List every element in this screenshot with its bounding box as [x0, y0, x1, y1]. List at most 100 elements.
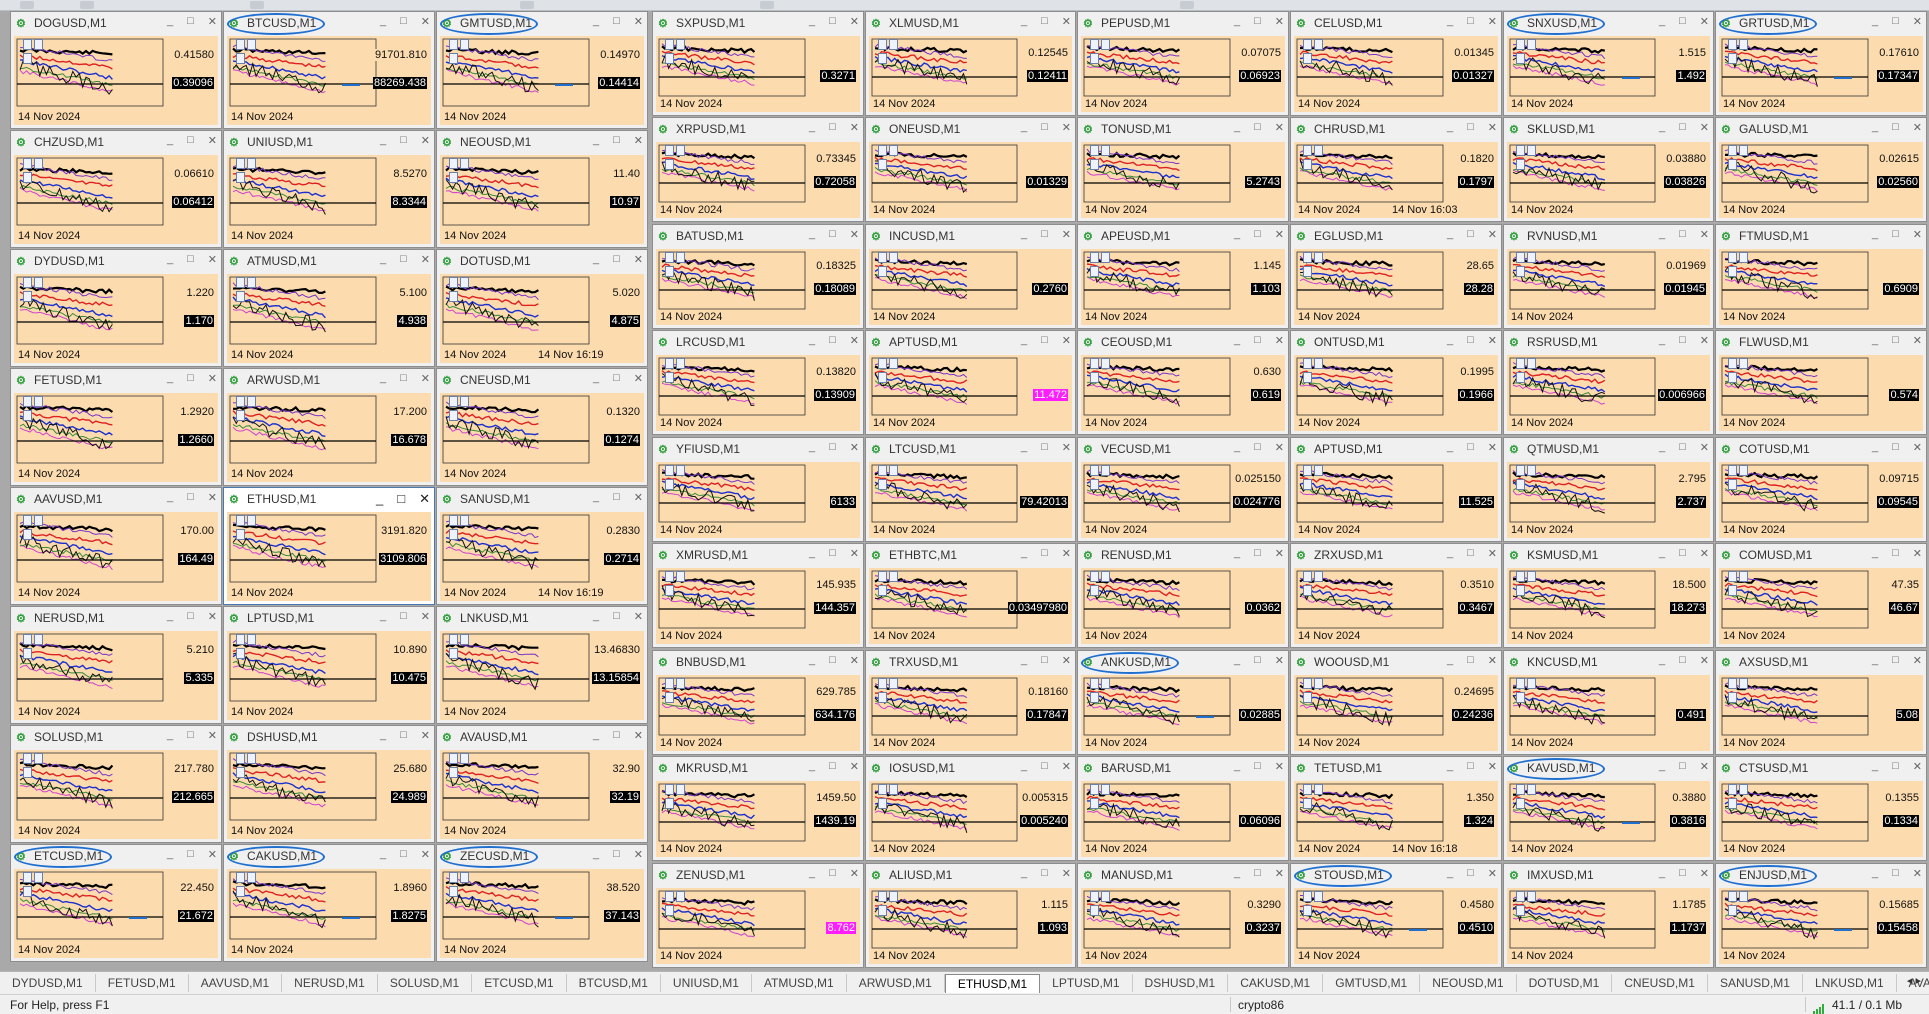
indicator-button[interactable] [1739, 784, 1748, 795]
indicator-buttons[interactable] [236, 753, 266, 778]
maximize-icon[interactable]: □ [1041, 760, 1048, 773]
indicator-button[interactable] [23, 158, 32, 169]
indicator-button[interactable] [34, 396, 43, 407]
close-icon[interactable]: ✕ [1913, 654, 1922, 667]
price-chart[interactable]: 13.46830 13.15854 14 Nov 2024 [440, 631, 644, 720]
price-chart[interactable]: 0.1320 0.1274 14 Nov 2024 [440, 393, 644, 482]
chart-tab[interactable]: UNIUSD,M1 [661, 974, 752, 992]
minimize-icon[interactable]: _ [1659, 654, 1665, 667]
price-chart[interactable]: 1.220 1.170 14 Nov 2024 [14, 274, 218, 363]
indicator-buttons[interactable] [1728, 571, 1758, 596]
indicator-button[interactable] [23, 396, 32, 407]
minimize-icon[interactable]: _ [380, 372, 386, 385]
indicator-buttons[interactable] [449, 277, 479, 302]
close-icon[interactable]: ✕ [1488, 334, 1497, 347]
price-chart[interactable]: 0.12545 0.12411 14 Nov 2024 [869, 36, 1072, 112]
indicator-button[interactable] [878, 798, 887, 809]
indicator-button[interactable] [236, 872, 245, 883]
indicator-button[interactable] [878, 358, 887, 369]
chart-window-titlebar[interactable]: ⚙ COMUSD,M1 _ □ ✕ [1716, 544, 1926, 566]
minimize-icon[interactable]: _ [1872, 441, 1878, 454]
minimize-icon[interactable]: _ [1021, 15, 1027, 28]
price-chart[interactable]: 0.2760 14 Nov 2024 [869, 249, 1072, 325]
indicator-button[interactable] [889, 784, 898, 795]
indicator-buttons[interactable] [1516, 358, 1546, 383]
close-icon[interactable]: ✕ [1488, 547, 1497, 560]
toolbar-button[interactable] [760, 1, 774, 9]
chart-window-titlebar[interactable]: ⚙ PEPUSD,M1 _ □ ✕ [1078, 12, 1288, 34]
indicator-button[interactable] [1739, 252, 1748, 263]
close-icon[interactable]: ✕ [1062, 547, 1071, 560]
price-chart[interactable]: 5.020 4.875 14 Nov 2024 14 Nov 16:19 [440, 274, 644, 363]
indicator-button[interactable] [1739, 465, 1748, 476]
minimize-icon[interactable]: _ [1234, 760, 1240, 773]
chart-window[interactable]: ⚙ FTMUSD,M1 _ □ ✕ 0.6909 14 Nov 2024 [1715, 224, 1927, 329]
close-icon[interactable]: ✕ [634, 253, 643, 266]
close-icon[interactable]: ✕ [1488, 760, 1497, 773]
chart-window-titlebar[interactable]: ⚙ BATUSD,M1 _ □ ✕ [653, 225, 863, 247]
close-icon[interactable]: ✕ [1488, 121, 1497, 134]
indicator-button[interactable] [1728, 798, 1737, 809]
price-chart[interactable]: 0.41580 0.39096 14 Nov 2024 [14, 36, 218, 125]
minimize-icon[interactable]: _ [1872, 334, 1878, 347]
chart-window-titlebar[interactable]: ⚙ DYDUSD,M1 _ □ ✕ [11, 250, 221, 272]
close-icon[interactable]: ✕ [1700, 228, 1709, 241]
close-icon[interactable]: ✕ [850, 867, 859, 880]
chart-window[interactable]: ⚙ SOLUSD,M1 _ □ ✕ 217.780 212.665 14 Nov 2024 [10, 725, 222, 843]
close-icon[interactable]: ✕ [634, 372, 643, 385]
chart-window[interactable]: ⚙ GRTUSD,M1 _ □ ✕ 0.17610 0.17347 14 Nov 2024 [1715, 11, 1927, 116]
indicator-button[interactable] [665, 585, 674, 596]
price-chart[interactable]: 38.520 37.143 14 Nov 2024 [440, 869, 644, 958]
maximize-icon[interactable]: □ [1254, 654, 1261, 667]
maximize-icon[interactable]: □ [1254, 334, 1261, 347]
chart-window[interactable]: ⚙ BATUSD,M1 _ □ ✕ 0.18325 0.18089 14 Nov 2024 [652, 224, 864, 329]
indicator-button[interactable] [23, 634, 32, 645]
indicator-button[interactable] [665, 266, 674, 277]
minimize-icon[interactable]: _ [1659, 547, 1665, 560]
indicator-button[interactable] [1303, 798, 1312, 809]
price-chart[interactable]: 5.2743 14 Nov 2024 [1081, 142, 1285, 218]
minimize-icon[interactable]: _ [1872, 654, 1878, 667]
indicator-button[interactable] [1728, 678, 1737, 689]
chart-window[interactable]: ⚙ RSRUSD,M1 _ □ ✕ 0.006966 14 Nov 2024 [1503, 330, 1714, 435]
chart-window[interactable]: ⚙ ETCUSD,M1 _ □ ✕ 22.450 21.672 14 Nov 2024 [10, 844, 222, 962]
maximize-icon[interactable]: □ [1679, 228, 1686, 241]
chart-tab[interactable]: DOTUSD,M1 [1517, 974, 1613, 992]
maximize-icon[interactable]: □ [1467, 547, 1474, 560]
maximize-icon[interactable]: □ [1041, 228, 1048, 241]
indicator-buttons[interactable] [449, 515, 479, 540]
maximize-icon[interactable]: □ [400, 610, 407, 623]
close-icon[interactable]: ✕ [1062, 654, 1071, 667]
indicator-button[interactable] [23, 648, 32, 659]
chart-window-titlebar[interactable]: ⚙ KAVUSD,M1 _ □ ✕ [1504, 757, 1713, 779]
indicator-buttons[interactable] [449, 39, 479, 64]
minimize-icon[interactable]: _ [1659, 760, 1665, 773]
toolbar-button[interactable] [20, 1, 34, 9]
minimize-icon[interactable]: _ [1021, 334, 1027, 347]
chart-window[interactable]: ⚙ FLWUSD,M1 _ □ ✕ 0.574 14 Nov 2024 [1715, 330, 1927, 435]
chart-window-titlebar[interactable]: ⚙ KNCUSD,M1 _ □ ✕ [1504, 651, 1713, 673]
chart-window-titlebar[interactable]: ⚙ ZRXUSD,M1 _ □ ✕ [1291, 544, 1501, 566]
chart-tab[interactable]: ETCUSD,M1 [472, 974, 567, 992]
chart-window[interactable]: ⚙ ETHUSD,M1 _ □ ✕ 3191.820 3109.806 14 Nov 2024 [223, 487, 435, 605]
chart-window-titlebar[interactable]: ⚙ ENJUSD,M1 _ □ ✕ [1716, 864, 1926, 886]
price-chart[interactable]: 0.0362 14 Nov 2024 [1081, 568, 1285, 644]
indicator-button[interactable] [449, 158, 458, 169]
indicator-buttons[interactable] [878, 358, 908, 383]
indicator-buttons[interactable] [1728, 465, 1758, 490]
indicator-buttons[interactable] [23, 39, 53, 64]
chart-window[interactable]: ⚙ CHZUSD,M1 _ □ ✕ 0.06610 0.06412 14 Nov 2024 [10, 130, 222, 248]
indicator-button[interactable] [889, 465, 898, 476]
indicator-button[interactable] [878, 53, 887, 64]
chart-window[interactable]: ⚙ ZENUSD,M1 _ □ ✕ 8.762 14 Nov 2024 [652, 863, 864, 968]
chart-window[interactable]: ⚙ LNKUSD,M1 _ □ ✕ 13.46830 13.15854 14 Nov 2024 [436, 606, 648, 724]
price-chart[interactable]: 0.13820 0.13909 14 Nov 2024 [656, 355, 860, 431]
chart-window[interactable]: ⚙ BARUSD,M1 _ □ ✕ 0.06096 14 Nov 2024 [1077, 756, 1289, 861]
close-icon[interactable]: ✕ [1700, 867, 1709, 880]
close-icon[interactable]: ✕ [850, 547, 859, 560]
indicator-buttons[interactable] [665, 891, 695, 916]
chart-window[interactable]: ⚙ GALUSD,M1 _ □ ✕ 0.02615 0.02560 14 Nov 2024 [1715, 117, 1927, 222]
indicator-button[interactable] [449, 410, 458, 421]
indicator-button[interactable] [665, 905, 674, 916]
chart-window[interactable]: ⚙ IMXUSD,M1 _ □ ✕ 1.1785 1.1737 14 Nov 2024 [1503, 863, 1714, 968]
